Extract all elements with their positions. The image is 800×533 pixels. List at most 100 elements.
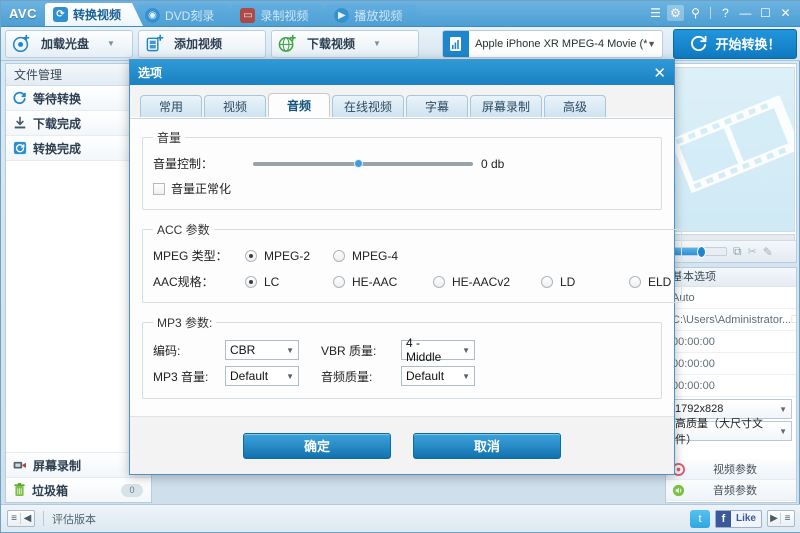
- chevron-down-icon[interactable]: ▼: [107, 39, 115, 48]
- path-value: C:\Users\Administrator...: [672, 313, 792, 326]
- sidebar-item-label: 垃圾箱: [32, 483, 69, 498]
- social-buttons: t f Like ▶ ≡: [689, 509, 795, 528]
- option-row-time-3[interactable]: 00:00:00: [666, 375, 796, 397]
- group-legend: ACC 参数: [157, 223, 210, 237]
- option-row-auto[interactable]: Auto: [666, 287, 796, 309]
- title-bar: AVC ⟳ 转换视频 ◉ DVD刻录 ▭ 录制视频 ▶ 播放视频 ☰ ⚙ ⚲ ?…: [1, 1, 800, 27]
- video-params-row[interactable]: 视频参数: [666, 459, 796, 480]
- facebook-like-button[interactable]: f Like: [714, 509, 762, 528]
- vbr-label: VBR 质量:: [321, 343, 377, 358]
- tab-screen-record[interactable]: 屏幕录制: [470, 95, 543, 117]
- folder-icon[interactable]: 🗀: [791, 309, 796, 331]
- tab-label: 播放视频: [354, 8, 403, 23]
- button-label: 加载光盘: [40, 37, 89, 51]
- tab-play-video[interactable]: ▶ 播放视频: [326, 4, 426, 26]
- collapse-left-icon[interactable]: ◀: [21, 513, 34, 524]
- slider-handle[interactable]: [697, 246, 706, 258]
- mpeg-type-label: MPEG 类型：: [153, 249, 228, 263]
- snapshot-icon[interactable]: ⧉: [733, 244, 742, 259]
- tab-record-video[interactable]: ▭ 录制视频: [232, 4, 332, 26]
- chevron-down-icon[interactable]: ▼: [373, 39, 381, 48]
- list-icon[interactable]: ≡: [8, 513, 21, 524]
- load-disc-button[interactable]: 加载光盘 ▼: [5, 29, 133, 58]
- magnifier-icon[interactable]: ⚲: [687, 5, 704, 21]
- expand-right-icon[interactable]: ▶: [768, 513, 781, 524]
- sidebar-item-label: 下载完成: [33, 116, 82, 131]
- sidebar-item-trash[interactable]: 垃圾箱 0: [6, 477, 151, 502]
- twitter-icon[interactable]: t: [689, 509, 710, 528]
- chevron-down-icon[interactable]: ▼: [647, 39, 662, 49]
- encode-select[interactable]: CBR ▼: [225, 340, 299, 360]
- statusbar-toggle-buttons[interactable]: ≡ ◀: [7, 510, 35, 527]
- camcorder-icon: ▭: [240, 8, 255, 23]
- panel-header: 基本选项: [666, 268, 796, 287]
- acc-params-group: ACC 参数 MPEG 类型： MPEG-2 MPEG-4 AAC规格： LC …: [142, 221, 683, 303]
- option-row-output-path[interactable]: C:\Users\Administrator... 🗀: [666, 309, 796, 331]
- option-row-time-2[interactable]: 00:00:00: [666, 353, 796, 375]
- minimize-button[interactable]: —: [737, 5, 754, 21]
- output-format-selector[interactable]: Apple iPhone XR MPEG-4 Movie (*.m... ▼: [442, 29, 663, 58]
- audio-quality-select[interactable]: Default ▼: [401, 366, 475, 386]
- radio-lc[interactable]: LC: [245, 275, 333, 289]
- slider-handle[interactable]: [354, 158, 363, 168]
- radio-mpeg-2[interactable]: MPEG-2: [245, 249, 333, 263]
- tab-general[interactable]: 常用: [140, 95, 202, 117]
- device-icon: [443, 30, 470, 57]
- quality-select[interactable]: 高质量（大尺寸文件） ▼: [670, 418, 792, 446]
- list-icon[interactable]: ☰: [647, 5, 664, 21]
- vbr-select[interactable]: 4 - Middle ▼: [401, 336, 475, 364]
- disc-icon: ◉: [145, 8, 160, 23]
- start-convert-button[interactable]: 开始转换！: [673, 28, 797, 59]
- radio-indicator: [541, 275, 553, 288]
- gear-icon[interactable]: ⚙: [667, 5, 684, 21]
- radio-mpeg-4[interactable]: MPEG-4: [333, 249, 421, 263]
- radio-eld[interactable]: ELD: [629, 275, 671, 289]
- audio-quality-label: 音频质量:: [321, 369, 373, 384]
- sidebar-item-label: 屏幕录制: [33, 458, 82, 473]
- tab-subtitle[interactable]: 字幕: [406, 95, 469, 117]
- audio-params-row[interactable]: 音频参数: [666, 480, 796, 501]
- mp3-volume-select[interactable]: Default ▼: [225, 366, 299, 386]
- normalize-checkbox[interactable]: [153, 182, 165, 195]
- maximize-button[interactable]: ☐: [757, 5, 774, 21]
- encode-label: 编码:: [153, 343, 181, 358]
- main-toolbar: 加载光盘 ▼ 添加视频 下载视频 ▼ Apple iPhone XR MPEG-…: [1, 27, 800, 61]
- cancel-button[interactable]: 取消: [413, 432, 561, 459]
- help-button[interactable]: ?: [717, 5, 734, 21]
- close-icon[interactable]: ✕: [653, 64, 666, 82]
- download-icon: [14, 116, 26, 129]
- dialog-title: 选项: [138, 66, 163, 80]
- radio-he-aac[interactable]: HE-AAC: [333, 275, 433, 289]
- convert-done-icon: [13, 141, 27, 155]
- tab-convert-video[interactable]: ⟳ 转换视频: [45, 3, 143, 26]
- volume-slider[interactable]: [253, 158, 473, 168]
- volume-normalize-row[interactable]: 音量正常化: [153, 177, 651, 200]
- tab-label: 录制视频: [260, 8, 309, 23]
- option-row-time-1[interactable]: 00:00:00: [666, 331, 796, 353]
- effects-icon[interactable]: ✎: [763, 245, 773, 259]
- tab-audio[interactable]: 音频: [268, 93, 330, 117]
- scissors-icon[interactable]: ✂: [748, 245, 757, 258]
- volume-control-row: 音量控制： 0 db: [153, 152, 651, 175]
- list-icon[interactable]: ≡: [781, 513, 794, 524]
- radio-indicator: [433, 275, 445, 288]
- tab-advanced[interactable]: 高级: [544, 95, 607, 117]
- download-video-button[interactable]: 下载视频 ▼: [271, 29, 419, 58]
- trash-count-badge: 0: [121, 483, 143, 497]
- volume-value: 0 db: [481, 156, 505, 171]
- chevron-down-icon: ▼: [779, 404, 787, 414]
- sidebar-item-label: 转换完成: [33, 141, 82, 156]
- app-logo: AVC: [9, 6, 37, 21]
- radio-he-aacv2[interactable]: HE-AACv2: [433, 275, 541, 289]
- tab-online-video[interactable]: 在线视频: [332, 95, 405, 117]
- mpeg-type-row: MPEG 类型： MPEG-2 MPEG-4: [153, 244, 671, 267]
- divider: [710, 7, 711, 19]
- ok-button[interactable]: 确定: [243, 432, 391, 459]
- status-bar: ≡ ◀ 评估版本 t f Like ▶ ≡: [1, 504, 800, 532]
- close-button[interactable]: ✕: [777, 5, 794, 21]
- tab-dvd-burn[interactable]: ◉ DVD刻录: [137, 4, 238, 26]
- radio-ld[interactable]: LD: [541, 275, 629, 289]
- statusbar-right-toggle[interactable]: ▶ ≡: [767, 510, 795, 527]
- add-video-button[interactable]: 添加视频: [138, 29, 266, 58]
- tab-video[interactable]: 视频: [204, 95, 266, 117]
